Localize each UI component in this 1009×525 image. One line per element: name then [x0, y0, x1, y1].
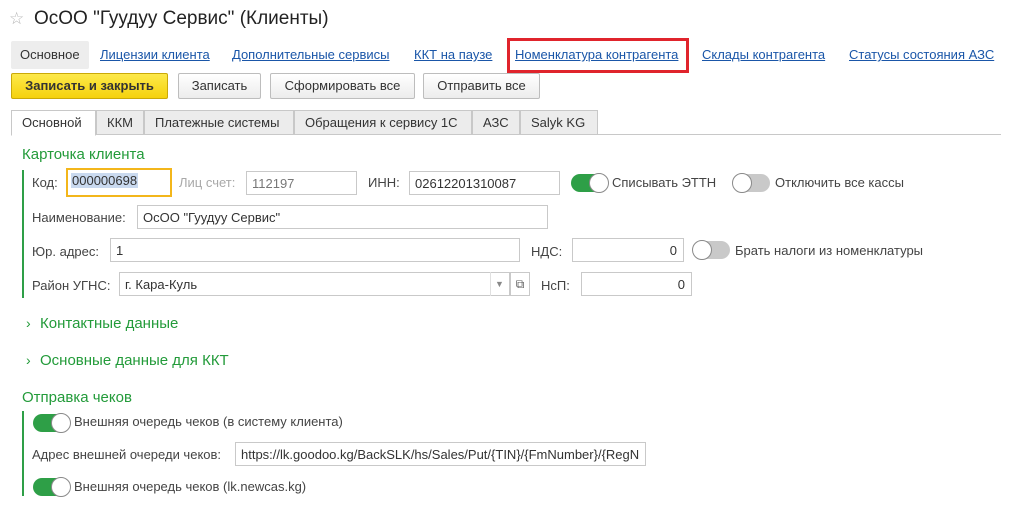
name-field[interactable]: ОсОО "Гуудуу Сервис": [137, 205, 548, 229]
taxes-toggle[interactable]: [692, 240, 730, 260]
checks-bar: [22, 411, 24, 496]
checks-title: Отправка чеков: [22, 389, 132, 406]
address-field[interactable]: 1: [110, 238, 520, 262]
client-card-bar: [22, 170, 24, 298]
favorite-star-icon[interactable]: ☆: [9, 9, 24, 29]
toggle-knob: [692, 240, 712, 260]
nav-tab-kkt-paused[interactable]: ККТ на паузе: [414, 47, 492, 62]
name-label: Наименование:: [32, 210, 126, 225]
nav-tab-licenses[interactable]: Лицензии клиента: [100, 47, 210, 62]
ext-queue-toggle[interactable]: [33, 413, 71, 433]
ugns-field[interactable]: г. Кара-Куль: [119, 272, 510, 296]
open-form-icon[interactable]: ⧉: [510, 272, 530, 296]
nsp-field[interactable]: 0: [581, 272, 692, 296]
tab-salyk-kg[interactable]: Salyk KG: [520, 110, 598, 135]
taxes-label: Брать налоги из номенклатуры: [735, 243, 924, 258]
client-card-title: Карточка клиента: [22, 146, 145, 163]
disable-kassy-toggle[interactable]: [732, 173, 770, 193]
inn-field[interactable]: 02612201310087: [409, 171, 560, 195]
toggle-knob: [51, 477, 71, 497]
nav-tab-contractor-warehouses[interactable]: Склады контрагента: [702, 47, 825, 62]
chevron-right-icon: ›: [26, 315, 31, 331]
send-all-button[interactable]: Отправить все: [423, 73, 540, 99]
page-title: ОсОО "Гуудуу Сервис" (Клиенты): [34, 8, 329, 29]
account-label: Лиц счет:: [179, 175, 236, 190]
tab-1c-requests[interactable]: Обращения к сервису 1С: [294, 110, 472, 135]
account-field[interactable]: 112197: [246, 171, 357, 195]
toggle-knob: [51, 413, 71, 433]
ext-address-field[interactable]: https://lk.goodoo.kg/BackSLK/hs/Sales/Pu…: [235, 442, 646, 466]
nav-tab-azs-statuses[interactable]: Статусы состояния АЗС: [849, 47, 994, 62]
chevron-right-icon: ›: [26, 352, 31, 368]
tab-kkm[interactable]: ККМ: [96, 110, 144, 135]
save-button[interactable]: Записать: [178, 73, 261, 99]
tab-payment-systems[interactable]: Платежные системы: [144, 110, 294, 135]
nds-field[interactable]: 0: [572, 238, 684, 262]
nds-label: НДС:: [531, 244, 563, 259]
ext-queue-label: Внешняя очередь чеков (в систему клиента…: [74, 414, 343, 429]
toggle-knob: [732, 173, 752, 193]
ext-address-label: Адрес внешней очереди чеков:: [32, 447, 222, 462]
save-and-close-button[interactable]: Записать и закрыть: [11, 73, 168, 99]
nav-tab-main[interactable]: Основное: [11, 41, 89, 69]
nav-tab-extra-services[interactable]: Дополнительные сервисы: [232, 47, 390, 62]
tab-azs[interactable]: АЗС: [472, 110, 520, 135]
form-all-button[interactable]: Сформировать все: [270, 73, 415, 99]
address-label: Юр. адрес:: [32, 244, 99, 259]
highlight-box: [507, 38, 689, 73]
code-field[interactable]: 000000698: [66, 168, 172, 197]
inn-label: ИНН:: [368, 175, 400, 190]
code-label: Код:: [32, 175, 58, 190]
contacts-section[interactable]: › Контактные данные: [26, 315, 178, 332]
kkt-data-section[interactable]: › Основные данные для ККТ: [26, 352, 229, 369]
chevron-down-icon[interactable]: ▼: [490, 272, 508, 296]
newcas-toggle[interactable]: [33, 477, 71, 497]
ugns-label: Район УГНС:: [32, 278, 111, 293]
tab-basic[interactable]: Основной: [11, 110, 96, 136]
ettn-toggle[interactable]: [571, 173, 609, 193]
disable-kassy-label: Отключить все кассы: [775, 175, 904, 190]
toggle-knob: [589, 173, 609, 193]
newcas-label: Внешняя очередь чеков (lk.newcas.kg): [74, 479, 307, 494]
ettn-label: Списывать ЭТТН: [612, 175, 717, 190]
nsp-label: НсП:: [541, 278, 570, 293]
